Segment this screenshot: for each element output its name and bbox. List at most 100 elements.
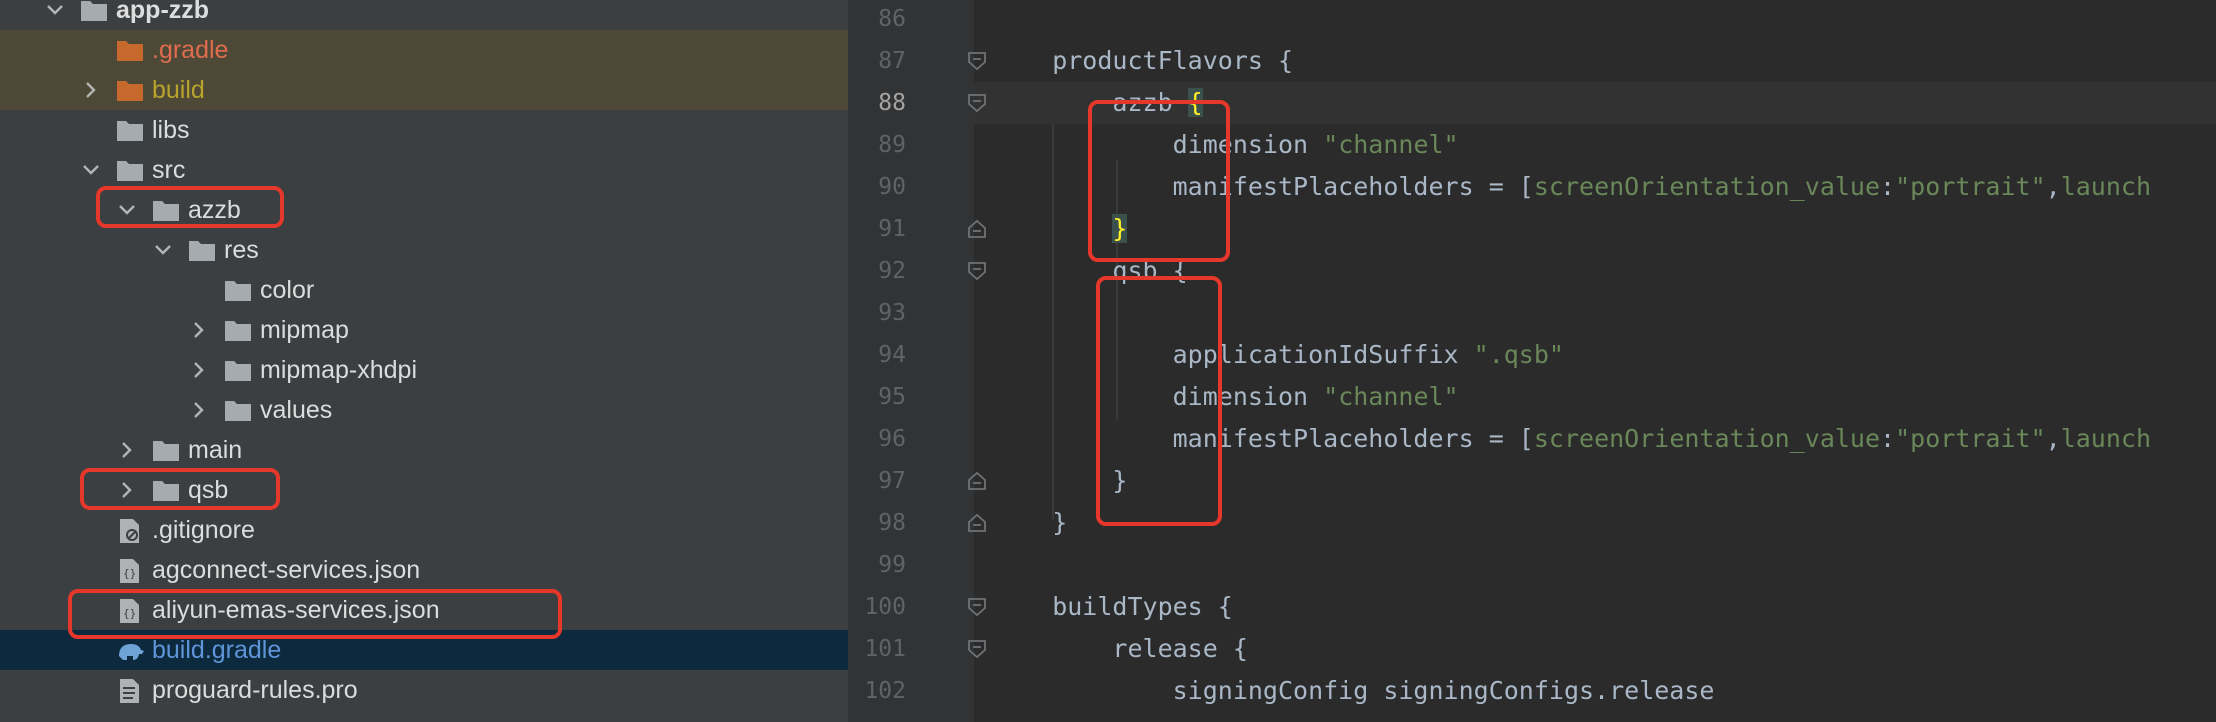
string-token: "portrait" (1895, 424, 2046, 453)
tree-row-label: proguard-rules.pro (152, 676, 358, 704)
tree-row[interactable]: qsb (0, 470, 848, 510)
tree-row-label: .gitignore (152, 516, 255, 544)
folder-icon (152, 438, 180, 462)
code-line[interactable]: manifestPlaceholders = [screenOrientatio… (992, 172, 2151, 201)
line-number: 97 (878, 468, 906, 494)
chevron-right-icon[interactable] (188, 399, 210, 421)
tree-row[interactable]: libs (0, 110, 848, 150)
tree-row[interactable]: {} aliyun-emas-services.json (0, 590, 848, 630)
code-token: applicationIdSuffix (992, 340, 1474, 369)
tree-row-label: res (224, 236, 259, 264)
folder-orange-icon (116, 78, 144, 102)
line-number: 92 (878, 258, 906, 284)
chevron-right-icon[interactable] (188, 359, 210, 381)
code-line[interactable]: buildTypes { (992, 592, 1233, 621)
line-number: 98 (878, 510, 906, 536)
json-file-icon: {} (116, 598, 144, 623)
tree-row-label: libs (152, 116, 190, 144)
code-token: buildTypes { (992, 592, 1233, 621)
line-number: 93 (878, 300, 906, 326)
code-line[interactable]: dimension "channel" (992, 130, 1459, 159)
indent-guide (1052, 100, 1054, 520)
tree-row[interactable]: .gitignore (0, 510, 848, 550)
line-number: 90 (878, 174, 906, 200)
code-line[interactable]: } (992, 508, 1067, 537)
folder-icon (224, 358, 252, 382)
tree-row[interactable]: proguard-rules.pro (0, 670, 848, 710)
chevron-down-icon[interactable] (80, 159, 102, 181)
folder-icon (116, 158, 144, 182)
code-line[interactable]: applicationIdSuffix ".qsb" (992, 340, 1564, 369)
code-token: dimension (992, 130, 1324, 159)
matched-brace: { (1187, 88, 1203, 117)
code-token: , (2045, 424, 2061, 453)
code-line[interactable]: productFlavors { (992, 46, 1293, 75)
fold-end-icon[interactable] (966, 470, 988, 492)
fold-collapse-icon[interactable] (966, 92, 988, 114)
code-line[interactable]: } (992, 214, 1128, 243)
tree-row-label: app-zzb (116, 0, 210, 24)
tree-row[interactable]: color (0, 270, 848, 310)
tree-row-label: mipmap (260, 316, 349, 344)
module-folder-icon (80, 0, 108, 22)
tree-row[interactable]: .gradle (0, 30, 848, 70)
folder-icon (116, 118, 144, 142)
string-token: launch (2060, 424, 2151, 453)
chevron-right-icon[interactable] (188, 319, 210, 341)
tree-row[interactable]: {} agconnect-services.json (0, 550, 848, 590)
tree-row[interactable]: app-zzb (0, 0, 848, 30)
line-number: 99 (878, 552, 906, 578)
tree-row-label: aliyun-emas-services.json (152, 596, 440, 624)
chevron-down-icon[interactable] (116, 199, 138, 221)
string-token: "channel" (1323, 130, 1459, 159)
code-line[interactable]: azzb { (992, 88, 1203, 117)
tree-row-label: build (152, 76, 205, 104)
string-token: "channel" (1323, 382, 1459, 411)
fold-collapse-icon[interactable] (966, 638, 988, 660)
editor-gutter: 86 87 88 89 90 91 92 93 94 95 96 97 98 99 100 101 102 (848, 0, 974, 722)
code-line[interactable]: signingConfig signingConfigs.release (992, 676, 1715, 705)
line-number: 95 (878, 384, 906, 410)
tree-row-label: .gradle (152, 36, 229, 64)
code-line[interactable]: } (992, 466, 1127, 495)
line-number: 101 (864, 636, 906, 662)
fold-collapse-icon[interactable] (966, 596, 988, 618)
code-token: : (1880, 424, 1896, 453)
tree-row-label: src (152, 156, 186, 184)
fold-end-icon[interactable] (966, 512, 988, 534)
chevron-right-icon[interactable] (80, 79, 102, 101)
code-line[interactable]: manifestPlaceholders = [screenOrientatio… (992, 424, 2151, 453)
tree-row[interactable]: build.gradle (0, 630, 848, 670)
tree-row[interactable]: mipmap-xhdpi (0, 350, 848, 390)
tree-row[interactable]: values (0, 390, 848, 430)
tree-row-label: azzb (188, 196, 241, 224)
code-token: productFlavors { (992, 46, 1294, 75)
tree-row[interactable]: main (0, 430, 848, 470)
gradle-elephant-icon (116, 638, 144, 662)
chevron-right-icon[interactable] (116, 439, 138, 461)
chevron-right-icon[interactable] (116, 479, 138, 501)
code-token: release { (992, 634, 1248, 663)
line-number: 88 (878, 90, 906, 116)
chevron-down-icon[interactable] (44, 0, 66, 21)
code-editor[interactable]: 86 87 88 89 90 91 92 93 94 95 96 97 98 99 100 101 102 pr… (848, 0, 2216, 722)
line-number: 94 (878, 342, 906, 368)
fold-end-icon[interactable] (966, 218, 988, 240)
code-line[interactable]: dimension "channel" (992, 382, 1459, 411)
tree-row[interactable]: res (0, 230, 848, 270)
svg-text:{}: {} (123, 567, 136, 580)
tree-row[interactable]: mipmap (0, 310, 848, 350)
tree-row[interactable]: build (0, 70, 848, 110)
string-token: screenOrientation_value (1533, 424, 1881, 453)
chevron-down-icon[interactable] (152, 239, 174, 261)
tree-row-label: build.gradle (152, 636, 282, 664)
ignore-file-icon (116, 518, 144, 543)
fold-collapse-icon[interactable] (966, 260, 988, 282)
tree-row[interactable]: azzb (0, 190, 848, 230)
fold-collapse-icon[interactable] (966, 50, 988, 72)
tree-row[interactable]: src (0, 150, 848, 190)
code-line[interactable]: qsb { (992, 256, 1187, 285)
string-token: launch (2060, 172, 2151, 201)
code-line[interactable]: release { (992, 634, 1248, 663)
